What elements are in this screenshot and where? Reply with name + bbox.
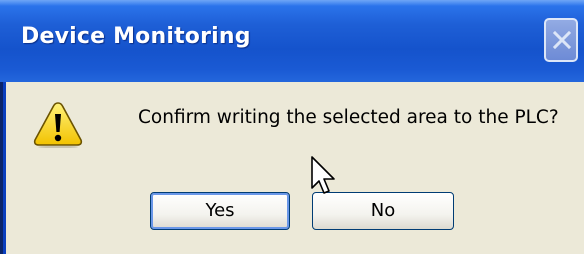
title-bar[interactable]: Device Monitoring <box>0 0 584 82</box>
warning-icon <box>33 102 83 148</box>
dialog-title: Device Monitoring <box>21 24 251 49</box>
dialog-message: Confirm writing the selected area to the… <box>138 107 559 128</box>
close-icon <box>552 30 572 50</box>
dialog-window: Device Monitoring Confirm writing the se… <box>0 0 584 254</box>
close-button[interactable] <box>544 18 578 62</box>
mouse-cursor-icon <box>311 156 335 194</box>
yes-button[interactable]: Yes <box>150 192 290 230</box>
